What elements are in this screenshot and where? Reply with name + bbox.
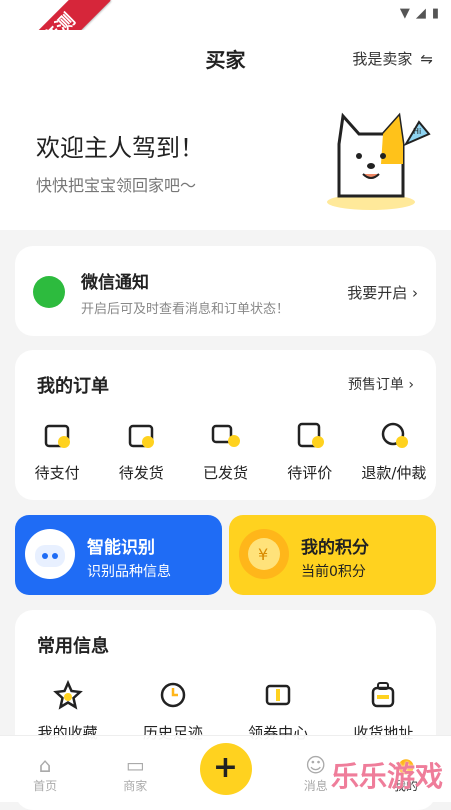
header: 买家 我是卖家 ⇋ 欢迎主人驾到！ 快快把宝宝领回家吧～ Hi (0, 30, 451, 230)
plus-icon: + (199, 743, 252, 795)
presale-orders-link[interactable]: 预售订单 › (348, 374, 414, 394)
welcome-title: 欢迎主人驾到！ (36, 134, 204, 162)
welcome-subtitle: 快快把宝宝领回家吧～ (36, 176, 197, 195)
message-icon: ☺ (305, 753, 327, 777)
chevron-right-icon: › (412, 284, 418, 302)
wechat-title: 微信通知 (81, 273, 149, 293)
common-item-coupons[interactable]: 领券中心 (226, 680, 331, 743)
shop-icon: ▭ (125, 753, 145, 777)
svg-text:Hi: Hi (413, 127, 421, 136)
wifi-icon: ▼ (399, 6, 410, 21)
tab-label: 消息 (303, 779, 328, 793)
common-info-list: 我的收藏 历史足迹 领券中心 收货地址 (15, 680, 436, 743)
coupon-icon (265, 684, 291, 706)
tab-label: 首页 (33, 779, 58, 793)
smart-recognition-subtitle: 识别品种信息 (87, 564, 171, 580)
order-item-label: 待评价 (287, 464, 333, 482)
refund-icon (381, 422, 408, 448)
order-item-pending-review[interactable]: 待评价 (268, 420, 352, 483)
watermark: 乐乐游戏 (330, 760, 443, 793)
order-item-label: 退款/仲裁 (361, 464, 427, 482)
signal-icon: ◢ (415, 6, 426, 21)
order-item-label: 已发货 (203, 464, 249, 482)
box-icon (129, 424, 155, 448)
orders-title: 我的订单 (37, 376, 109, 397)
wechat-icon (33, 276, 65, 308)
wechat-subtitle: 开启后可及时查看消息和订单状态！ (81, 302, 290, 317)
robot-icon (25, 529, 75, 579)
my-points-card[interactable]: ¥ 我的积分 当前0积分 (229, 515, 436, 595)
order-item-refund[interactable]: 退款/仲裁 (352, 420, 436, 483)
wallet-icon (44, 424, 71, 448)
clock-icon (160, 682, 186, 708)
home-icon: ⌂ (38, 753, 52, 777)
enable-wechat-button[interactable]: 我要开启 › (347, 282, 418, 303)
mascot-cat-icon: Hi (327, 112, 431, 210)
tab-publish[interactable]: + (180, 736, 270, 802)
robot-face-icon (35, 545, 65, 567)
common-info-title: 常用信息 (37, 636, 109, 657)
enable-wechat-label: 我要开启 (347, 284, 408, 302)
tab-label: 商家 (123, 779, 148, 793)
order-item-pending-shipment[interactable]: 待发货 (99, 420, 183, 483)
order-item-label: 待支付 (34, 464, 80, 482)
switch-role-button[interactable]: 我是卖家 ⇋ (352, 48, 433, 69)
address-icon (372, 682, 395, 708)
order-item-pending-payment[interactable]: 待支付 (15, 420, 99, 483)
yen-coin-icon: ¥ (248, 538, 280, 570)
my-points-title: 我的积分 (301, 538, 369, 558)
common-item-address[interactable]: 收货地址 (331, 680, 436, 743)
orders-card: 我的订单 预售订单 › 待支付 待发货 已发货 待评价 退款/仲裁 (15, 350, 436, 500)
common-item-history[interactable]: 历史足迹 (120, 680, 225, 743)
status-icons: ▼ ◢ ▮ (400, 6, 439, 21)
star-icon (52, 680, 83, 710)
smart-recognition-title: 智能识别 (87, 538, 155, 558)
order-item-shipped[interactable]: 已发货 (183, 420, 267, 483)
my-points-subtitle: 当前0积分 (301, 564, 366, 580)
smart-recognition-card[interactable]: 智能识别 识别品种信息 (15, 515, 222, 595)
chevron-right-icon: › (408, 377, 414, 393)
tab-home[interactable]: ⌂ 首页 (0, 736, 90, 802)
common-item-favorites[interactable]: 我的收藏 (15, 680, 120, 743)
wechat-notice-card[interactable]: 微信通知 开启后可及时查看消息和订单状态！ 我要开启 › (15, 246, 436, 336)
order-item-label: 待发货 (118, 464, 164, 482)
coin-icon: ¥ (239, 529, 289, 579)
presale-orders-label: 预售订单 (347, 377, 404, 393)
battery-icon: ▮ (431, 6, 439, 21)
review-icon (297, 422, 324, 448)
switch-role-label: 我是卖家 (352, 50, 413, 68)
swap-icon: ⇋ (420, 49, 433, 68)
truck-icon (211, 424, 240, 447)
order-status-list: 待支付 待发货 已发货 待评价 退款/仲裁 (15, 420, 436, 483)
tab-shop[interactable]: ▭ 商家 (90, 736, 180, 802)
svg-text:¥: ¥ (258, 545, 268, 564)
